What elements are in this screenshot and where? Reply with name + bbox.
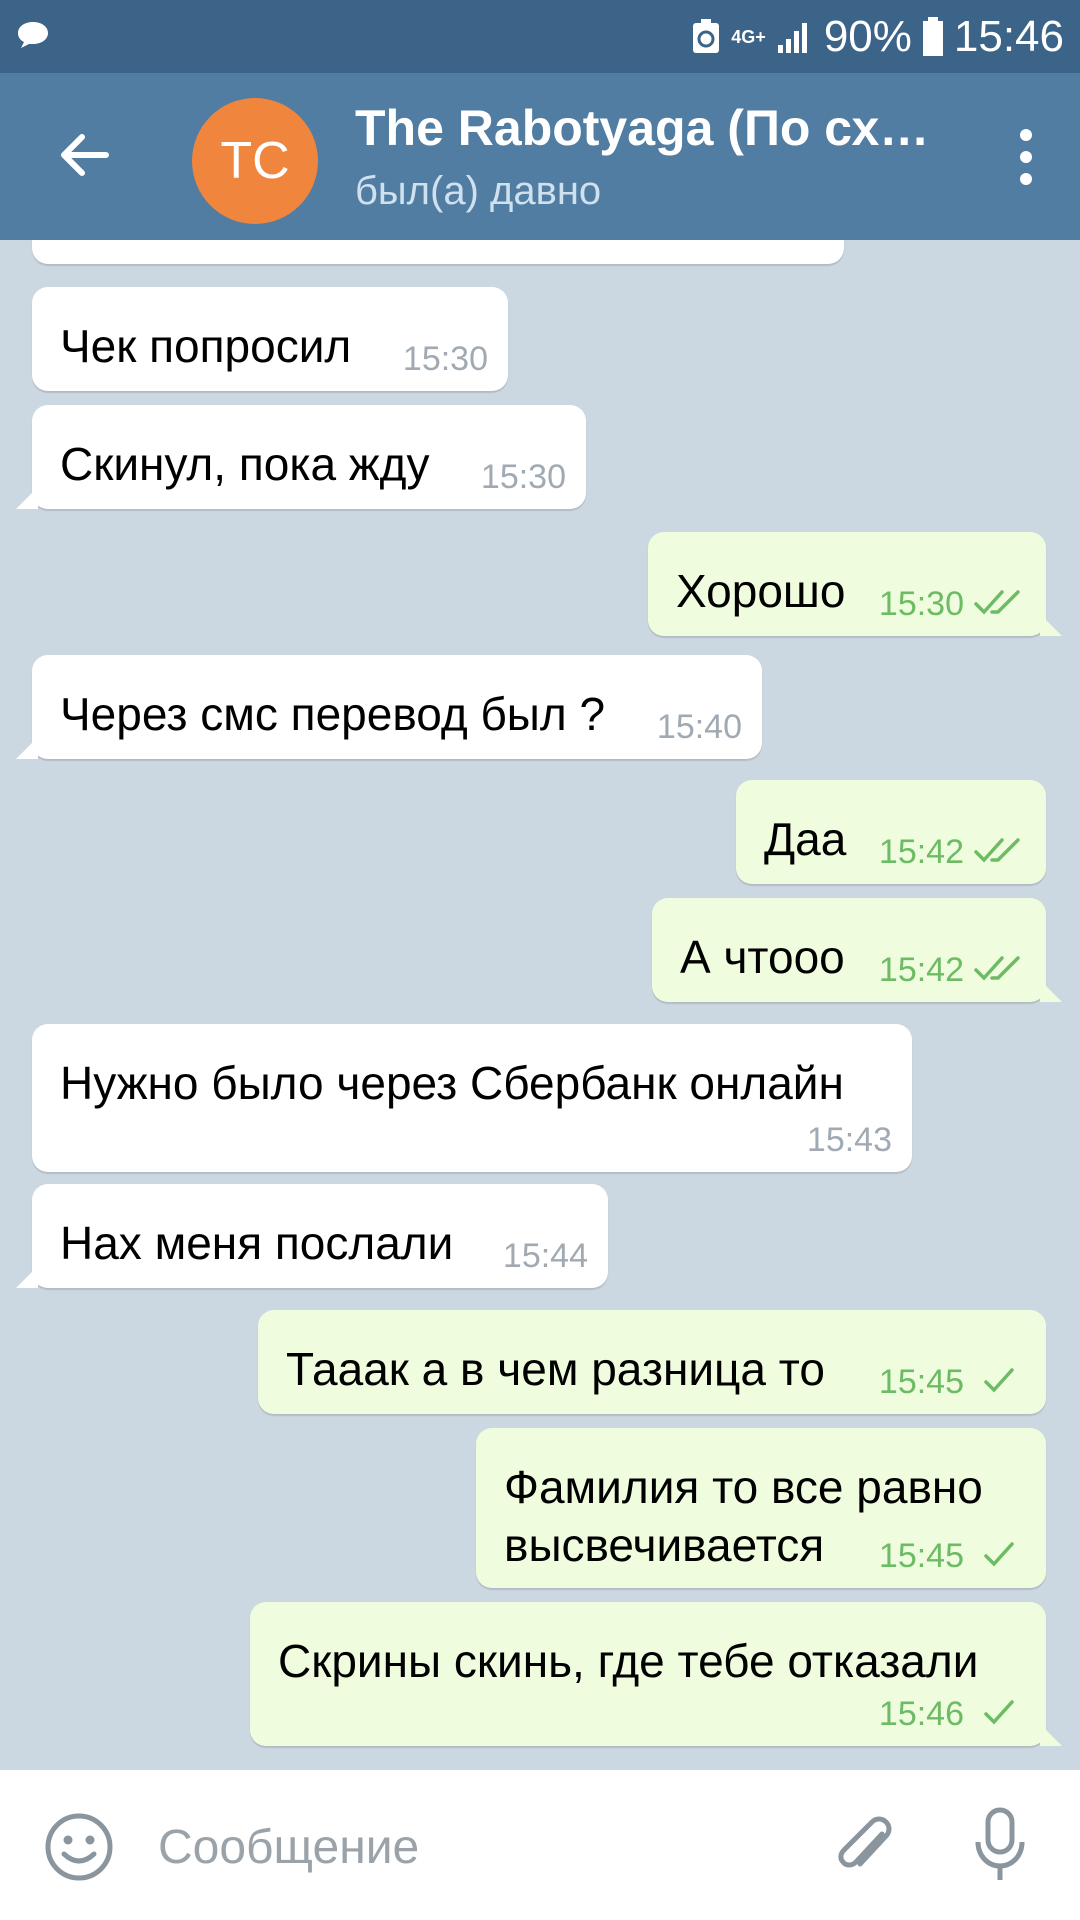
message-time: 15:40: [656, 708, 742, 746]
message-bubble[interactable]: Скинул, пока жду 15:30: [16, 405, 586, 509]
sent-checkmark-icon: [984, 1368, 1014, 1393]
message-bubble[interactable]: Нах меня послали 15:44: [16, 1184, 608, 1288]
status-bar: 4G+ 90% 15:46: [0, 0, 1080, 73]
chat-header: TC The Rabotyaga (По сх… был(а) давно: [0, 73, 1080, 240]
message-time: 15:30: [480, 458, 566, 496]
clock: 15:46: [953, 12, 1064, 61]
message-bubble-partial[interactable]: [32, 240, 844, 264]
message-bubble[interactable]: Через смс перевод был ? 15:40: [16, 655, 762, 759]
chat-notification-icon: [18, 22, 48, 48]
message-text: Хорошо: [676, 565, 846, 617]
message-text: Через смс перевод был ?: [60, 688, 606, 740]
smiley-icon[interactable]: [44, 1812, 114, 1882]
more-vertical-icon[interactable]: [1016, 129, 1036, 185]
message-time: 15:30: [878, 585, 964, 623]
recycle-icon: [693, 19, 720, 53]
message-bubble[interactable]: Скрины скинь, где тебе отказали 15:46: [250, 1602, 1062, 1746]
message-time: 15:30: [402, 340, 488, 378]
message-bubble[interactable]: Нужно было через Сбербанк онлайн 15:43: [32, 1024, 912, 1172]
message-time: 15:45: [878, 1537, 964, 1575]
battery-icon: [922, 17, 943, 56]
message-input[interactable]: Сообщение: [158, 1820, 419, 1875]
message-time: 15:45: [878, 1363, 964, 1401]
read-checkmarks-icon: [974, 590, 1020, 615]
message-bubble[interactable]: Хорошо 15:30: [648, 532, 1062, 636]
avatar[interactable]: TC: [192, 98, 318, 224]
message-text: Нужно было через Сбербанк онлайн: [60, 1057, 844, 1109]
message-time: 15:44: [502, 1237, 588, 1275]
network-type: 4G+: [731, 27, 766, 47]
message-time: 15:42: [878, 951, 964, 989]
message-text: А чтооо: [680, 931, 845, 983]
read-checkmarks-icon: [974, 956, 1020, 981]
message-time: 15:42: [878, 833, 964, 871]
message-time: 15:43: [806, 1121, 892, 1159]
read-checkmarks-icon: [974, 838, 1020, 863]
microphone-icon[interactable]: [970, 1806, 1030, 1886]
message-bubble[interactable]: Даа 15:42: [736, 780, 1046, 884]
message-bubble[interactable]: Фамилия то все равно высвечивается 15:45: [476, 1428, 1046, 1588]
chat-title[interactable]: The Rabotyaga (По сх…: [355, 99, 935, 157]
message-list[interactable]: Чек попросил 15:30 Скинул, пока жду 15:3…: [0, 240, 1080, 1770]
message-composer: Сообщение: [0, 1770, 1080, 1920]
battery-percent: 90%: [823, 12, 912, 61]
message-bubble[interactable]: Чек попросил 15:30: [32, 287, 508, 391]
message-bubble[interactable]: А чтооо 15:42: [652, 898, 1062, 1002]
sent-checkmark-icon: [984, 1700, 1014, 1725]
message-time: 15:46: [878, 1695, 964, 1733]
paperclip-icon[interactable]: [832, 1812, 898, 1882]
sent-checkmark-icon: [984, 1542, 1014, 1567]
last-seen-status: был(а) давно: [355, 169, 602, 213]
message-bubble[interactable]: Тааак а в чем разница то 15:45: [258, 1310, 1046, 1414]
signal-icon: [777, 23, 807, 53]
message-text: Скрины скинь, где тебе отказали: [278, 1635, 979, 1687]
arrow-left-icon[interactable]: [56, 127, 112, 183]
